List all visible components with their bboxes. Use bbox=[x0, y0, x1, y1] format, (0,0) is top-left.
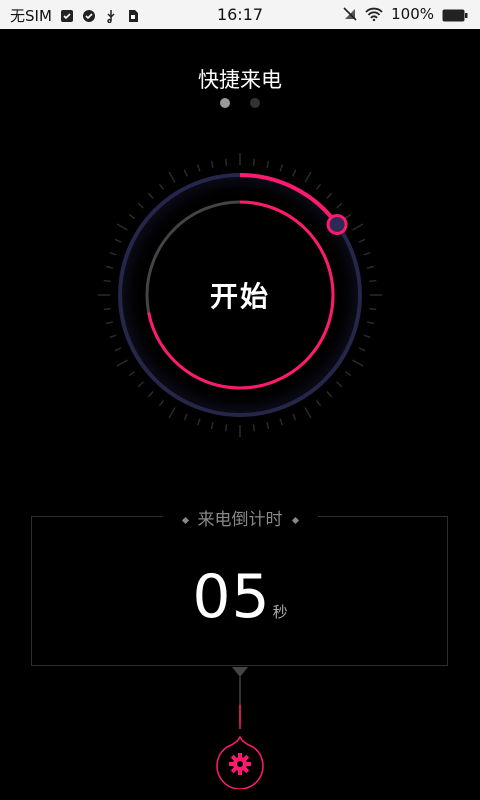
dial-tick bbox=[116, 359, 128, 367]
battery-icon bbox=[442, 8, 468, 21]
dial-tick bbox=[336, 202, 343, 209]
dial-tick bbox=[344, 213, 352, 220]
dial-tick bbox=[158, 183, 165, 191]
dial-tick bbox=[352, 223, 364, 231]
dial-tick bbox=[279, 164, 284, 172]
dial-tick bbox=[168, 171, 176, 183]
dial-tick bbox=[137, 381, 144, 388]
settings-button[interactable] bbox=[213, 735, 267, 789]
diamond-left-icon bbox=[181, 516, 189, 524]
page-dot-2[interactable] bbox=[250, 98, 260, 108]
dial-tick bbox=[266, 422, 270, 430]
page-dot-1[interactable] bbox=[220, 98, 230, 108]
dial-tick bbox=[352, 359, 364, 367]
countdown-title: 来电倒计时 bbox=[197, 510, 283, 530]
wifi-icon bbox=[365, 7, 383, 21]
dial-tick bbox=[210, 422, 214, 430]
dial-tick bbox=[105, 321, 113, 325]
dial-tick bbox=[137, 202, 144, 209]
battery-percent: 100% bbox=[391, 5, 434, 23]
page-indicator bbox=[0, 98, 480, 108]
dial-tick bbox=[128, 213, 136, 220]
start-button[interactable]: 开始 bbox=[0, 275, 480, 315]
dial-tick bbox=[183, 413, 188, 421]
dial-tick bbox=[128, 370, 136, 377]
dial-tick bbox=[116, 223, 128, 231]
dial-tick bbox=[292, 169, 297, 177]
gear-icon bbox=[229, 753, 251, 775]
dial-tick bbox=[109, 251, 117, 256]
dial-tick bbox=[224, 158, 228, 166]
dial-tick bbox=[304, 407, 312, 419]
dial-tick bbox=[158, 399, 165, 407]
countdown-number[interactable]: 05 bbox=[192, 562, 270, 632]
diamond-right-icon bbox=[291, 516, 299, 524]
dial-tick bbox=[252, 158, 256, 166]
page-title: 快捷来电 bbox=[198, 68, 282, 92]
dial-tick bbox=[292, 413, 297, 421]
dial-tick bbox=[266, 160, 270, 168]
dial-tick bbox=[326, 391, 333, 398]
dial-tick bbox=[183, 169, 188, 177]
dial-tick bbox=[344, 370, 352, 377]
dial-tick bbox=[279, 418, 284, 426]
dial-tick bbox=[109, 334, 117, 339]
dial-tick bbox=[252, 424, 256, 432]
dial-tick bbox=[358, 347, 366, 352]
countdown-value-group[interactable]: 05 秒 bbox=[0, 562, 480, 632]
mute-icon bbox=[343, 7, 357, 21]
dial-tick bbox=[367, 321, 375, 325]
dial-tick bbox=[326, 192, 333, 199]
dial-tick bbox=[114, 347, 122, 352]
dial-tick bbox=[210, 160, 214, 168]
dial-tick bbox=[363, 334, 371, 339]
dial-tick bbox=[304, 171, 312, 183]
dial-tick bbox=[315, 399, 322, 407]
countdown-unit: 秒 bbox=[272, 603, 288, 621]
dial-tick bbox=[147, 391, 154, 398]
dial-tick bbox=[224, 424, 228, 432]
dial-tick bbox=[114, 238, 122, 243]
dial-tick bbox=[315, 183, 322, 191]
dial-tick bbox=[336, 381, 343, 388]
status-bar: 无SIM 16:17 100% bbox=[0, 0, 480, 29]
dial-tick bbox=[367, 265, 375, 269]
dial-tick bbox=[168, 407, 176, 419]
dial-tick bbox=[196, 418, 201, 426]
dial-tick bbox=[147, 192, 154, 199]
dial-tick bbox=[358, 238, 366, 243]
dial-tick bbox=[363, 251, 371, 256]
dial-tick bbox=[105, 265, 113, 269]
dial-tick bbox=[196, 164, 201, 172]
dial-knob bbox=[326, 213, 348, 235]
